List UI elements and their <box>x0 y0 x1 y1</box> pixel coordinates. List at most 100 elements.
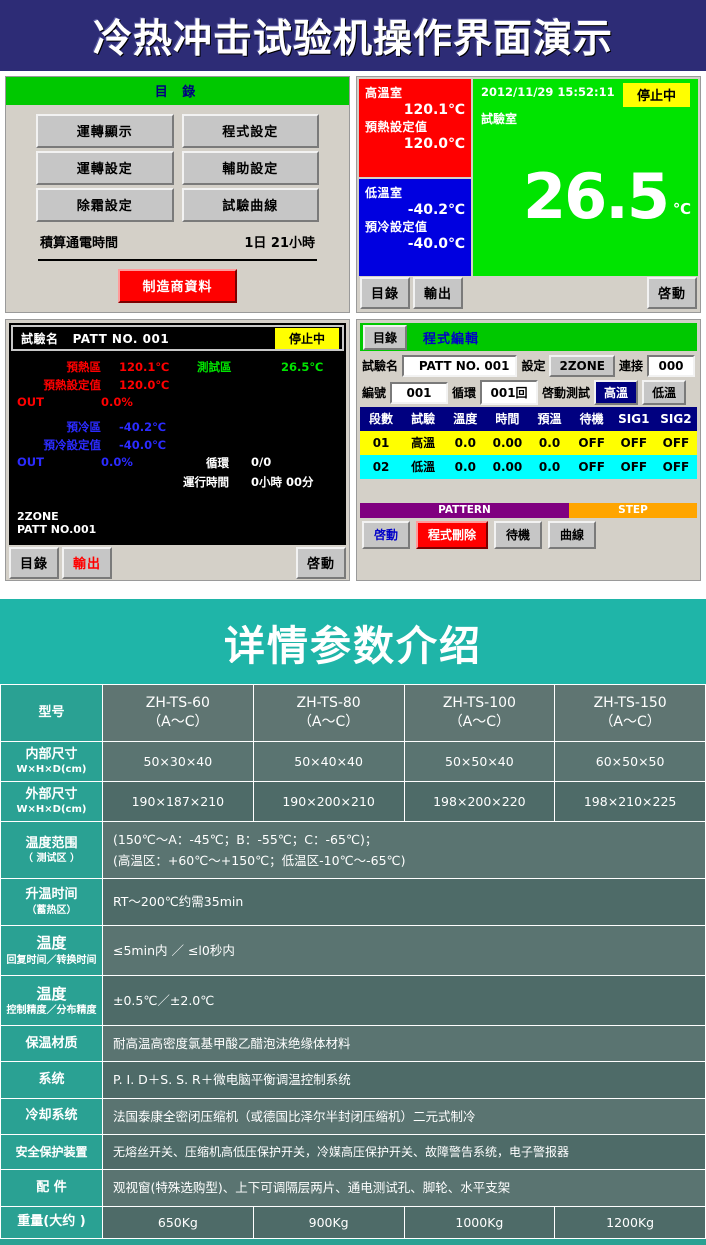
cell: 50×30×40 <box>102 740 254 782</box>
cell: 1000Kg <box>403 1205 556 1239</box>
cell: 耐高温高密度氯基甲酸乙醋泡沫绝缘体材料 <box>102 1025 706 1063</box>
run-output-button[interactable]: 輸出 <box>62 547 113 579</box>
label-sub: 回复时间／转换时间 <box>6 954 97 966</box>
program-standby-button[interactable]: 待機 <box>494 521 543 549</box>
temp-output-button[interactable]: 輸出 <box>413 277 464 309</box>
status-badge: 停止中 <box>622 83 690 107</box>
program-zone-button[interactable]: 2ZONE <box>549 354 615 377</box>
program-number-field[interactable]: 001 <box>390 381 449 404</box>
cell: OFF <box>654 455 697 479</box>
run-preheat-set-label: 預熱設定值 <box>43 378 102 392</box>
run-zone-text: 2ZONE <box>17 509 59 523</box>
run-display-panel: 試驗名 PATT NO. 001 停止中 預熱區 120.1℃ 測試區 26.5… <box>5 319 350 581</box>
menu-button-program-set[interactable]: 程式設定 <box>181 114 319 148</box>
run-menu-button[interactable]: 目錄 <box>9 547 60 579</box>
run-hot-out-label: OUT <box>17 395 44 409</box>
menu-button-run-setting[interactable]: 運轉設定 <box>36 151 174 185</box>
run-preheat-set-value: 120.0℃ <box>119 378 170 392</box>
run-patt-text: PATT NO.001 <box>17 523 97 537</box>
run-row-precool: 預冷區 -40.2℃ <box>15 419 336 435</box>
run-precool-value: -40.2℃ <box>119 420 167 434</box>
menu-button-run-display[interactable]: 運轉顯示 <box>36 114 174 148</box>
hmi-row-top: 目 錄 運轉顯示 程式設定 運轉設定 輔助設定 除霜設定 試驗曲線 積算通電時間… <box>0 76 706 313</box>
run-precool-set-label: 預冷設定值 <box>43 438 102 452</box>
cell: 190×200×210 <box>252 780 405 822</box>
menu-button-defrost-set[interactable]: 除霜設定 <box>36 188 174 222</box>
run-cycle-block: 循環 0/0 運行時間 0小時 00分 <box>159 455 314 493</box>
program-number-label: 編號 <box>362 386 387 400</box>
spec-label-accessories: 配 件 <box>0 1169 103 1207</box>
test-chamber-temperature: 26.5 <box>523 160 670 233</box>
program-delete-button[interactable]: 程式刪除 <box>416 521 489 549</box>
program-curve-button[interactable]: 曲線 <box>548 521 597 549</box>
run-panel-toolbar: 目錄 輸出 啓動 <box>6 547 349 580</box>
program-col-test: 試驗 <box>402 407 445 431</box>
hot-chamber-label: 高溫室 <box>365 86 403 100</box>
cell: 1200Kg <box>554 1205 706 1239</box>
cell: (150℃～A：-45℃；B：-55℃；C：-65℃)； (高温区：+60℃～+… <box>102 820 706 880</box>
temp-start-button[interactable]: 啓動 <box>646 277 697 309</box>
menu-button-aux-setting[interactable]: 輔助設定 <box>181 151 319 185</box>
page-banner: 冷热冲击试验机操作界面演示 <box>0 0 706 71</box>
temperature-panel-toolbar: 目錄 輸出 啓動 <box>357 277 700 310</box>
table-row: 冷却系统 法国泰康全密闭压缩机（或德国比泽尔半封闭压缩机）二元式制冷 <box>0 1097 706 1135</box>
program-name-field[interactable]: PATT NO. 001 <box>402 354 518 377</box>
table-row[interactable]: 02 低溫 0.0 0.00 0.0 OFF OFF OFF <box>360 455 697 479</box>
menu-panel-body: 運轉顯示 程式設定 運轉設定 輔助設定 除霜設定 試驗曲線 積算通電時間 1日 … <box>6 105 349 312</box>
program-cold-button[interactable]: 低溫 <box>642 380 687 405</box>
program-cycle-label: 循環 <box>452 386 477 400</box>
run-display-header: 試驗名 PATT NO. 001 停止中 <box>11 325 344 351</box>
program-name-label: 試驗名 <box>362 359 399 373</box>
accumulated-hours-value: 1日 21小時 <box>244 236 315 251</box>
run-test-zone-label: 測試區 <box>197 360 232 374</box>
program-menu-button[interactable]: 目錄 <box>363 324 408 350</box>
label-main: 温度 <box>36 984 67 1003</box>
label-sub: （ 测试区 ） <box>23 853 80 865</box>
program-name-row: 試驗名 PATT NO. 001 設定 2ZONE 連接 000 <box>360 351 697 378</box>
cell: 无熔丝开关、压缩机高低压保护开关，冷媒高压保护开关、故障警告系统，电子警报器 <box>102 1133 706 1171</box>
spec-label-temp-accuracy: 温度 控制精度／分布精度 <box>0 974 103 1027</box>
run-cycle-value: 0/0 <box>251 455 272 469</box>
table-row: 配 件 观视窗(特殊选购型)、上下可调隔层两片、通电测试孔、脚轮、水平支架 <box>0 1169 706 1207</box>
cold-chamber-set-label: 預冷設定值 <box>365 219 428 234</box>
program-hot-button[interactable]: 高溫 <box>594 380 639 405</box>
run-row-preheat: 預熱區 120.1℃ 測試區 26.5℃ <box>15 359 336 375</box>
cell: 50×40×40 <box>252 740 405 782</box>
menu-button-grid: 運轉顯示 程式設定 運轉設定 輔助設定 除霜設定 試驗曲線 <box>36 114 319 222</box>
program-cycle-field[interactable]: 001回 <box>480 380 539 405</box>
spec-header-row: 型号 ZH-TS-60 （A～C） ZH-TS-80 （A～C） ZH-TS-1… <box>0 684 706 742</box>
spec-label-temp-range: 温度范围 （ 测试区 ） <box>0 820 103 880</box>
manufacturer-info-button[interactable]: 制造商資料 <box>118 269 237 303</box>
program-number-row: 編號 001 循環 001回 啓動測試 高溫 低溫 <box>360 378 697 405</box>
cell: 198×210×225 <box>554 780 706 822</box>
temp-menu-button[interactable]: 目錄 <box>360 277 411 309</box>
table-row[interactable]: 01 高溫 0.0 0.00 0.0 OFF OFF OFF <box>360 431 697 455</box>
temperature-panel-main: 高溫室 120.1℃ 預熱設定值 120.0℃ 低溫室 -40.2℃ 預冷設定值… <box>357 77 700 278</box>
model-name: ZH-TS-80 <box>296 695 361 711</box>
program-start-button[interactable]: 啓動 <box>362 521 411 549</box>
table-row: 温度 控制精度／分布精度 ±0.5℃／±2.0℃ <box>0 974 706 1027</box>
cell: OFF <box>612 455 655 479</box>
program-set-label: 設定 <box>521 359 546 373</box>
hmi-row-bottom: 試驗名 PATT NO. 001 停止中 預熱區 120.1℃ 測試區 26.5… <box>0 319 706 581</box>
menu-button-test-curve[interactable]: 試驗曲線 <box>181 188 319 222</box>
run-cold-out-label: OUT <box>17 455 44 469</box>
table-row: 系统 P. I. D＋S. S. R＋微电脑平衡调温控制系统 <box>0 1061 706 1099</box>
cell: 0.00 <box>486 455 529 479</box>
spec-label-heatup-time: 升温时间 （蓄热区） <box>0 878 103 926</box>
cell: 190×187×210 <box>102 780 254 822</box>
spec-label-insulation: 保温材质 <box>0 1025 103 1063</box>
model-variant: （A～C） <box>147 713 209 730</box>
program-col-step: 段數 <box>360 407 403 431</box>
run-runtime-row: 運行時間 0小時 00分 <box>159 474 314 490</box>
spec-model-3: ZH-TS-100 （A～C） <box>403 684 556 742</box>
run-test-name-value: PATT NO. 001 <box>72 331 170 346</box>
run-cycle-row: 循環 0/0 <box>159 455 314 471</box>
spec-model-4: ZH-TS-150 （A～C） <box>554 684 706 742</box>
table-row-empty[interactable] <box>360 479 697 501</box>
program-link-field[interactable]: 000 <box>647 354 695 377</box>
step-label: STEP <box>568 503 697 518</box>
run-start-button[interactable]: 啓動 <box>295 547 346 579</box>
label-main: 内部尺寸 <box>25 746 78 762</box>
hot-chamber-set-label: 預熱設定值 <box>365 120 428 134</box>
